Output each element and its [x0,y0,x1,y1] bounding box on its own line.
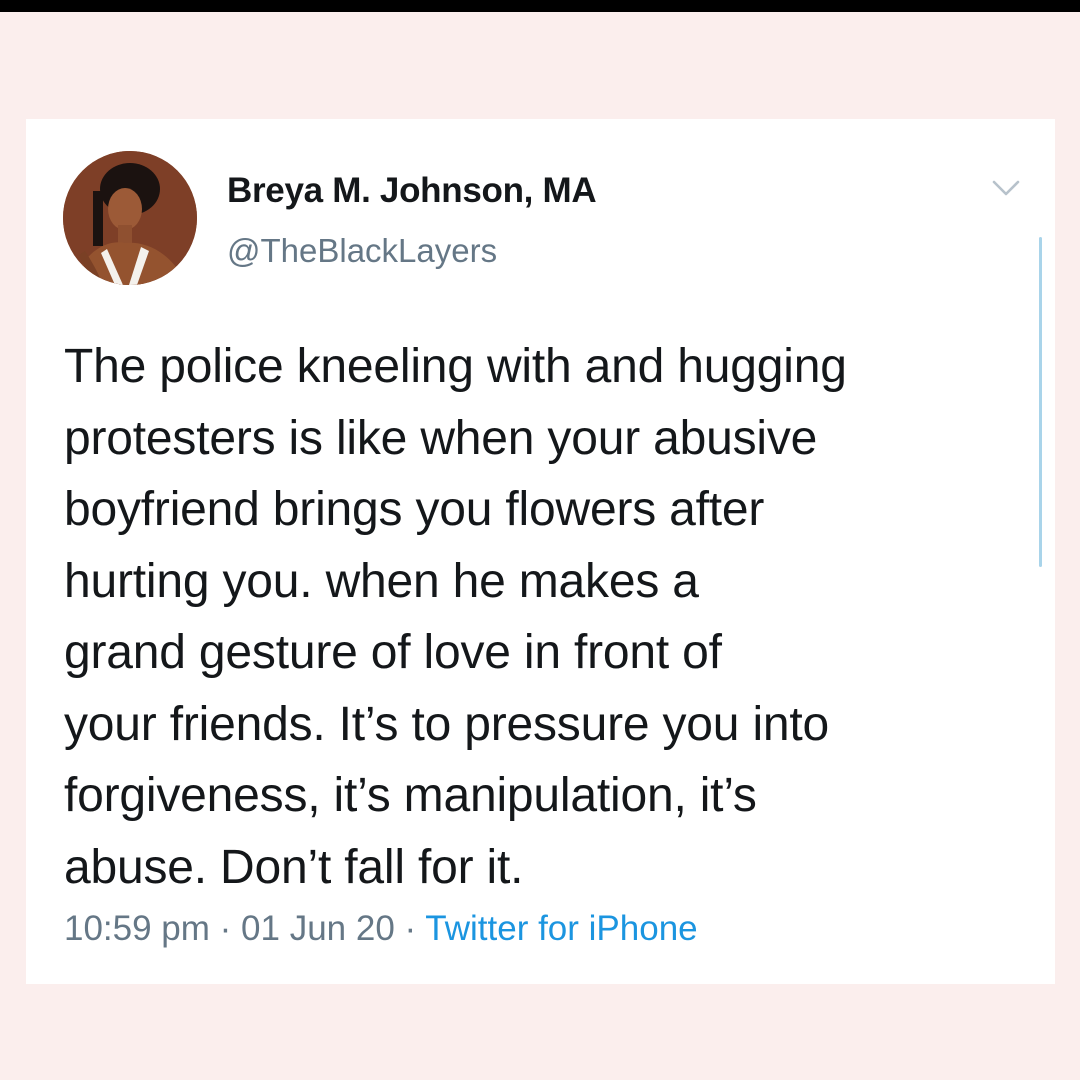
meta-separator: · [209,909,242,948]
tweet-metadata: 10:59 pm · 01 Jun 20 · Twitter for iPhon… [64,909,698,949]
avatar[interactable] [63,151,197,285]
tweet-date: 01 Jun 20 [241,909,395,948]
meta-separator: · [394,909,426,948]
chevron-down-icon[interactable] [989,175,1023,201]
tweet-text: The police kneeling with and hugging pro… [64,340,847,894]
profile-photo [63,151,197,285]
user-handle[interactable]: @TheBlackLayers [227,232,497,270]
tweet-time: 10:59 pm [64,909,210,948]
display-name[interactable]: Breya M. Johnson, MA [227,171,597,211]
top-border [0,0,1080,12]
tweet-source-link[interactable]: Twitter for iPhone [425,909,697,948]
tweet-card: Breya M. Johnson, MA @TheBlackLayers The… [26,119,1055,984]
scrollbar[interactable] [1039,237,1042,567]
